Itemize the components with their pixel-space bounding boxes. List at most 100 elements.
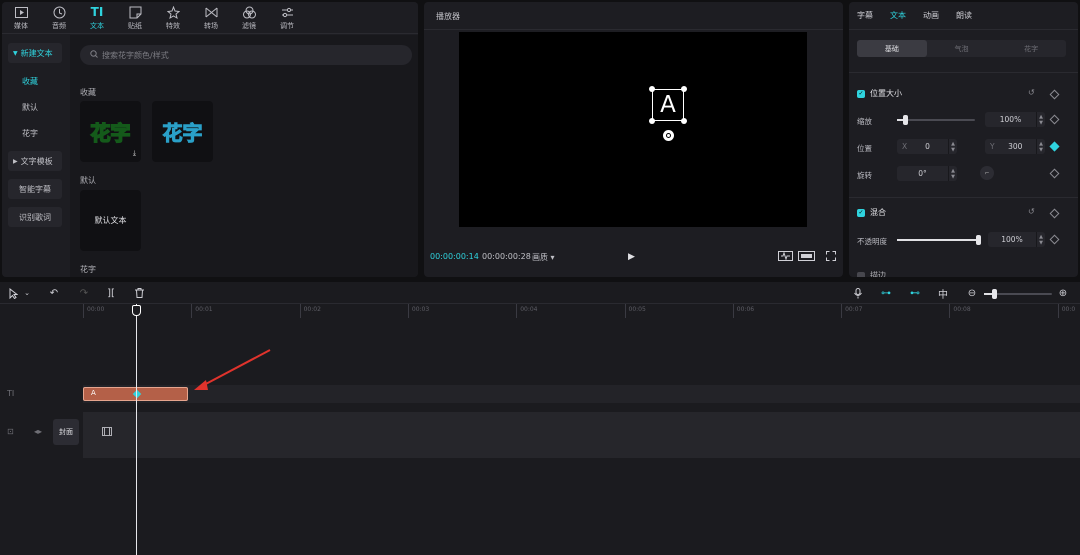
nav-media[interactable]: 媒体 <box>2 2 40 34</box>
resize-handle-tl[interactable] <box>649 86 655 92</box>
rotation-dial-icon[interactable]: ⌐ <box>980 166 994 180</box>
annotation-arrow <box>194 349 271 390</box>
divider <box>424 29 843 30</box>
sidebar-fancy[interactable]: 花字 <box>8 123 62 143</box>
stepper-icon[interactable]: ▲ ▼ <box>1036 112 1045 127</box>
checkbox-checked-icon[interactable]: ✓ <box>857 89 865 98</box>
sidebar-lyrics[interactable]: 识别歌词 <box>8 207 62 227</box>
media-icon <box>14 6 28 19</box>
slider-knob[interactable] <box>976 235 981 245</box>
sidebar-label: 新建文本 <box>20 48 53 58</box>
scale-value: 100% <box>999 115 1022 124</box>
text-bounding-box[interactable]: A <box>652 89 684 121</box>
top-nav: 媒体 音频 TI 文本 贴纸 特效 转场 滤镜 调节 <box>2 2 418 34</box>
fullscreen-icon[interactable] <box>825 250 837 262</box>
default-text-tile[interactable]: 默认文本 <box>80 190 141 251</box>
nav-label: 文本 <box>90 21 104 30</box>
resize-handle-tr[interactable] <box>681 86 687 92</box>
fancy-text-tile-blue[interactable]: 花字 <box>152 101 213 162</box>
transition-icon <box>204 6 218 19</box>
play-icon[interactable]: ▶ <box>628 252 635 262</box>
triangle-down-icon: ▼ <box>13 49 18 57</box>
sidebar-favorites[interactable]: 收藏 <box>8 71 62 91</box>
player-panel: 播放器 A 00:00:00:14 00:00:00:28 画质 ▾ ▶ <box>424 2 843 277</box>
preview-letter: A <box>660 92 676 118</box>
text-sidebar: ▼ 新建文本 收藏 默认 花字 ▶ 文字模板 智能字幕 识别歌词 <box>2 35 68 277</box>
section-fancy: 花字 <box>80 265 96 274</box>
blend-group[interactable]: ✓ 混合 <box>857 207 886 218</box>
stepper-icon[interactable]: ▲ ▼ <box>1036 139 1045 154</box>
search-icon <box>90 50 98 60</box>
resize-handle-br[interactable] <box>681 118 687 124</box>
stepper-icon[interactable]: ▲ ▼ <box>948 139 957 154</box>
nav-transition[interactable]: 转场 <box>192 2 230 34</box>
keyframe-icon[interactable] <box>1049 208 1060 219</box>
nav-filter[interactable]: 滤镜 <box>230 2 268 34</box>
stepper-icon[interactable]: ▲ ▼ <box>1036 232 1045 247</box>
search-input[interactable]: 搜索花字颜色/样式 <box>80 45 412 65</box>
checkbox-checked-icon[interactable]: ✓ <box>857 208 865 217</box>
sticker-icon <box>128 6 142 19</box>
nav-text[interactable]: TI 文本 <box>78 2 116 34</box>
position-size-group[interactable]: ✓ 位置大小 <box>857 88 902 99</box>
player-title: 播放器 <box>436 12 460 21</box>
position-y-input[interactable]: Y 300 ▲ ▼ <box>985 139 1045 154</box>
opacity-slider[interactable] <box>897 235 981 245</box>
scale-input[interactable]: 100% ▲ ▼ <box>985 112 1045 127</box>
subtab-basic[interactable]: 基础 <box>857 40 927 57</box>
tab-text[interactable]: 文本 <box>890 10 906 21</box>
divider <box>849 72 1078 73</box>
resize-handle-bl[interactable] <box>649 118 655 124</box>
nav-adjust[interactable]: 调节 <box>268 2 306 34</box>
sidebar-smart-caption[interactable]: 智能字幕 <box>8 179 62 199</box>
keyframe-active-icon[interactable] <box>1049 141 1060 152</box>
keyframe-icon[interactable] <box>1049 234 1060 245</box>
ratio-icon[interactable] <box>797 250 815 262</box>
group-title: 描边 <box>870 271 886 277</box>
waveform-icon[interactable] <box>777 250 793 262</box>
search-placeholder: 搜索花字颜色/样式 <box>102 50 169 60</box>
group-title: 混合 <box>870 208 886 217</box>
download-icon[interactable]: ⤓ <box>133 149 136 158</box>
x-value: 0 <box>925 142 930 151</box>
nav-label: 媒体 <box>14 21 28 30</box>
sidebar-new-text[interactable]: ▼ 新建文本 <box>8 43 62 63</box>
tab-read-aloud[interactable]: 朗读 <box>956 10 972 21</box>
nav-label: 调节 <box>280 21 294 30</box>
stepper-icon[interactable]: ▲ ▼ <box>948 166 957 181</box>
rotate-handle-icon[interactable] <box>663 130 674 141</box>
tab-animation[interactable]: 动画 <box>923 10 939 21</box>
quality-dropdown[interactable]: 画质 ▾ <box>532 252 555 263</box>
adjust-icon <box>280 6 294 19</box>
keyframe-icon[interactable] <box>1049 168 1060 179</box>
checkbox-icon[interactable] <box>857 271 865 277</box>
property-tabs: 字幕 文本 动画 朗读 <box>849 2 1078 30</box>
audio-icon <box>52 6 66 19</box>
rotation-value: 0° <box>918 169 927 178</box>
preview-screen[interactable]: A <box>459 32 807 227</box>
reset-icon[interactable]: ↺ <box>1028 88 1035 97</box>
scale-slider[interactable] <box>897 115 975 125</box>
nav-effects[interactable]: 特效 <box>154 2 192 34</box>
rotation-input[interactable]: 0° ▲ ▼ <box>897 166 957 181</box>
reset-icon[interactable]: ↺ <box>1028 207 1035 216</box>
sidebar-label: 文字模板 <box>20 156 53 166</box>
opacity-input[interactable]: 100% ▲ ▼ <box>988 232 1045 247</box>
sidebar-default[interactable]: 默认 <box>8 97 62 117</box>
tab-subtitle[interactable]: 字幕 <box>857 10 873 21</box>
subtab-fancy[interactable]: 花字 <box>996 40 1066 57</box>
position-x-input[interactable]: X 0 ▲ ▼ <box>897 139 957 154</box>
sidebar-templates[interactable]: ▶ 文字模板 <box>8 151 62 171</box>
subtab-bubble[interactable]: 气泡 <box>927 40 997 57</box>
subtab-segmented: 基础 气泡 花字 <box>857 40 1066 57</box>
opacity-value: 100% <box>1001 235 1023 244</box>
fancy-text-tile-green[interactable]: 花字 ⤓ <box>80 101 141 162</box>
scale-label: 缩放 <box>857 117 872 126</box>
tile-text: 默认文本 <box>94 216 127 225</box>
keyframe-icon[interactable] <box>1049 114 1060 125</box>
slider-knob[interactable] <box>902 115 908 125</box>
nav-sticker[interactable]: 贴纸 <box>116 2 154 34</box>
stroke-group[interactable]: 描边 <box>857 270 886 277</box>
nav-audio[interactable]: 音频 <box>40 2 78 34</box>
keyframe-icon[interactable] <box>1049 89 1060 100</box>
